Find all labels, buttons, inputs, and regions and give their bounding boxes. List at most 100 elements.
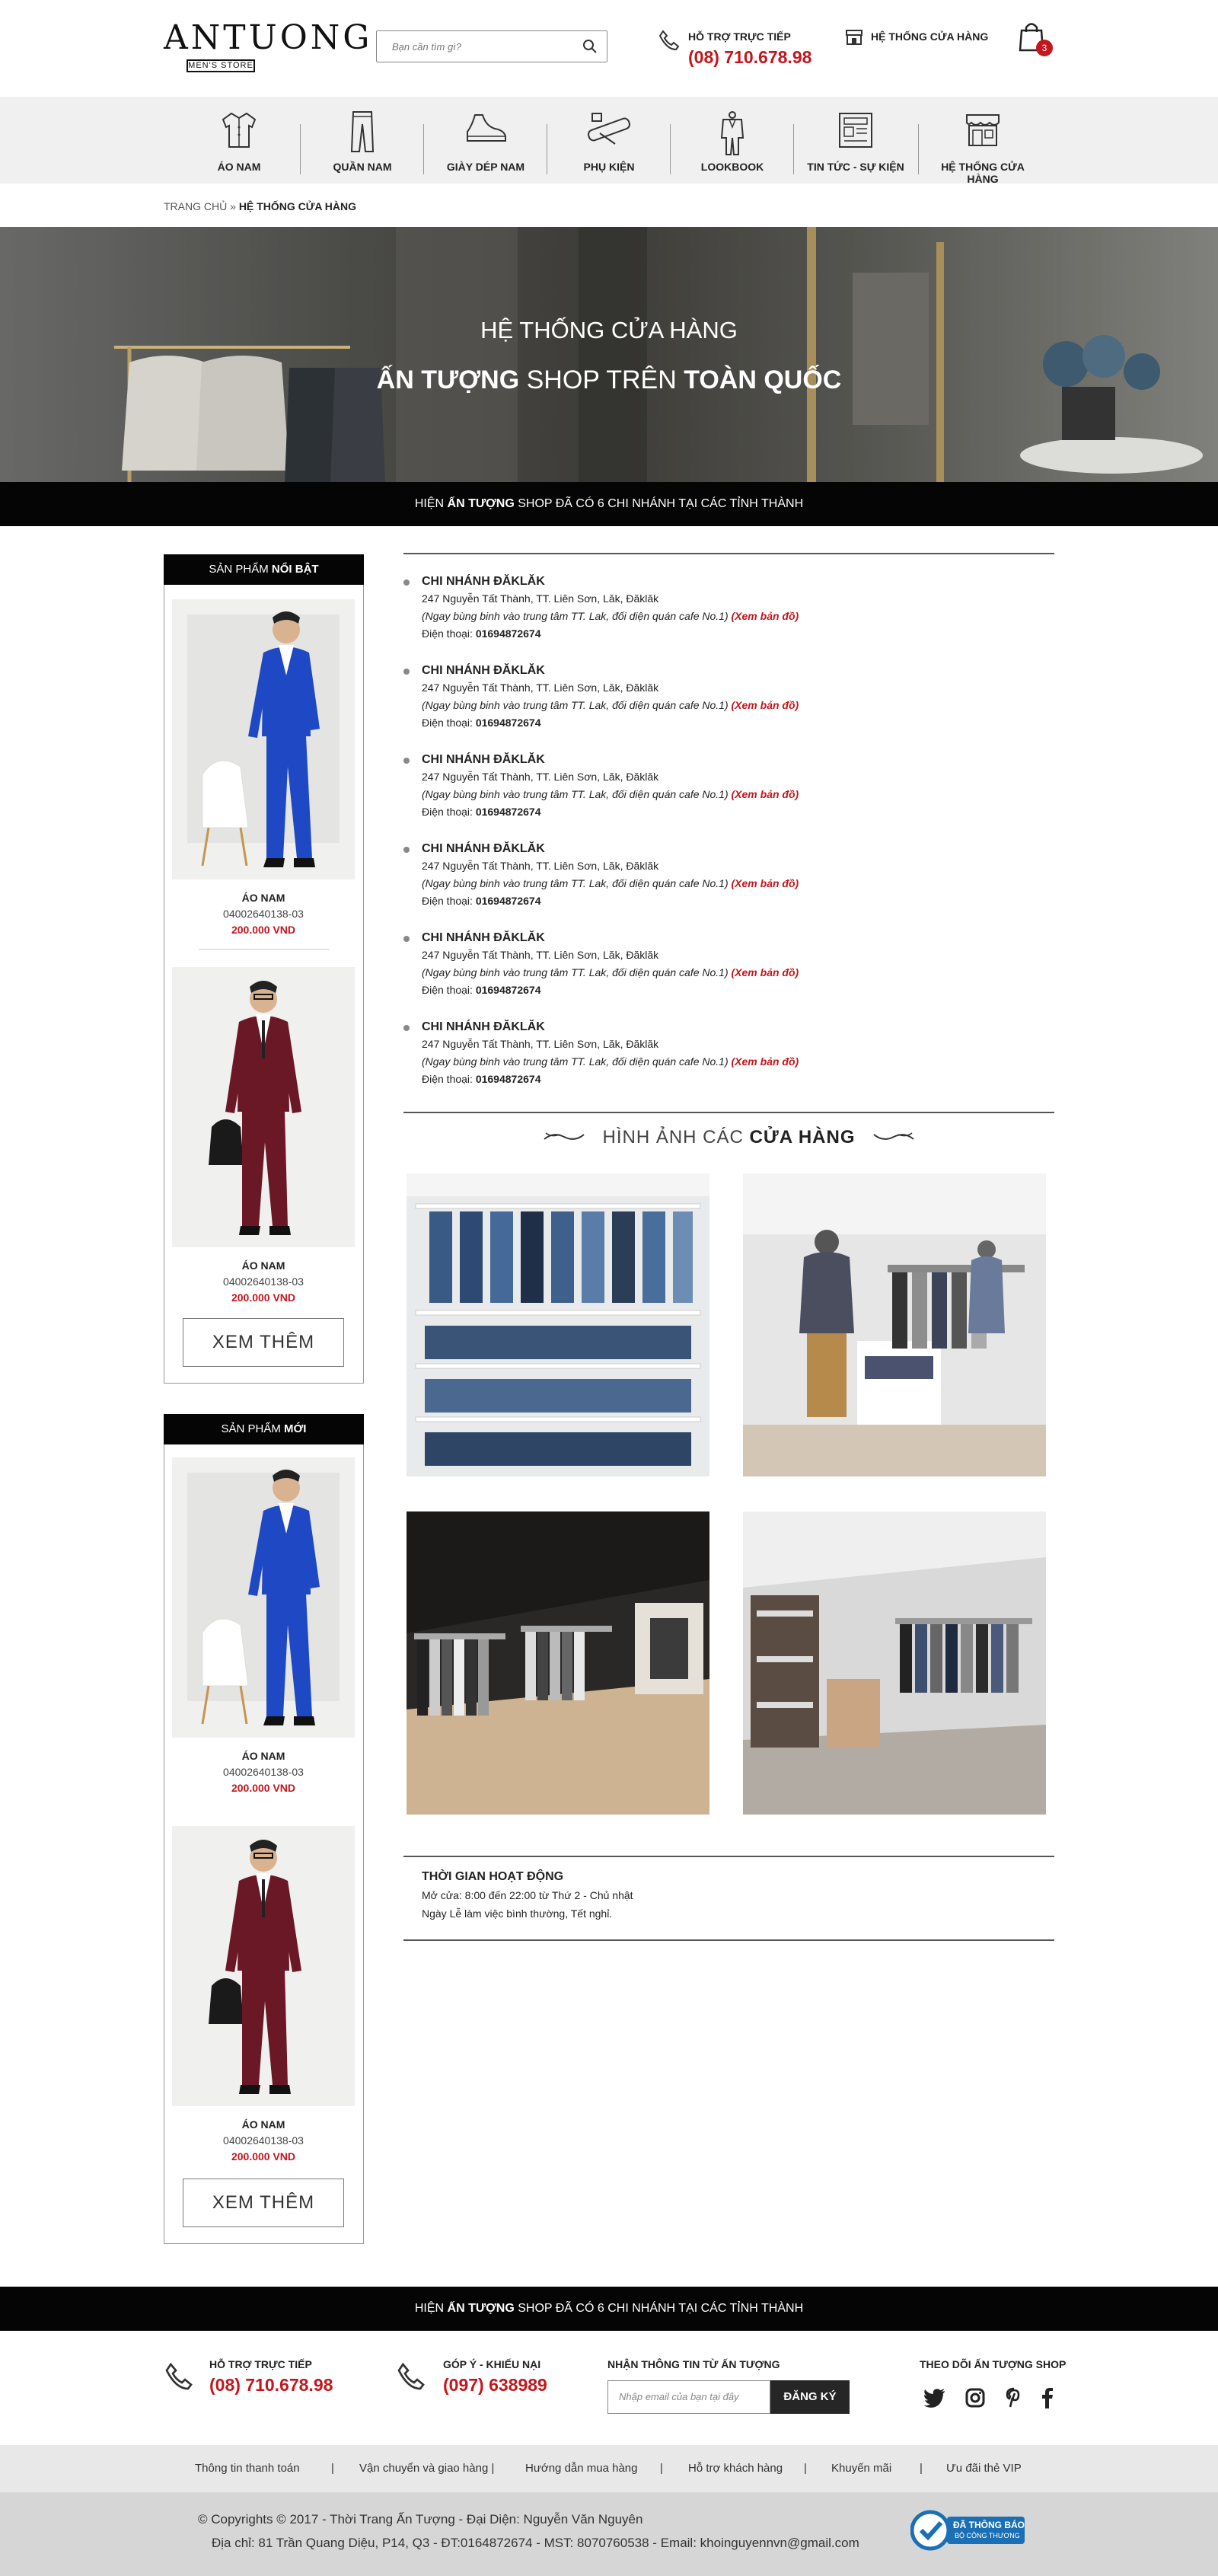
branch-address: 247 Nguyễn Tất Thành, TT. Liên Sơn, Lăk,… [422,949,659,961]
footer-link-separator: | [660,2462,663,2475]
product-price: 200.000 VND [231,1782,296,1794]
branch-phone[interactable]: 01694872674 [476,717,541,729]
product-divider [199,949,330,950]
footer-link[interactable]: Hướng dẫn mua hàng [525,2462,637,2475]
footer-link[interactable]: Vận chuyển và giao hàng | [359,2462,494,2475]
product-name[interactable]: ÁO NAM [172,892,355,904]
footer-link[interactable]: Ưu đãi thẻ VIP [946,2462,1022,2475]
search-box [376,30,607,62]
copyright-text: © Copyrights © 2017 - Thời Trang Ấn Tượn… [198,2512,643,2527]
ministry-registration-badge[interactable]: ĐÃ THÔNG BÁO BỘ CÔNG THƯƠNG [910,2509,1026,2552]
footer-link[interactable]: Thông tin thanh toán [195,2462,300,2475]
product-card[interactable]: ÁO NAM 04002640138-03 200.000 VND [172,967,355,1304]
main-nav: ÁO NAM QUẦN NAM GIÀY DÉP NAM PHỤ KIỆN LO… [0,97,1218,185]
branch-bar-bold: ẤN TƯỢNG [447,497,515,510]
nav-item-he-thong-cua-hang[interactable]: HỆ THỐNG CỬA HÀNG [924,97,1041,185]
product-image[interactable] [172,967,355,1247]
view-map-link[interactable]: (Xem bản đồ) [732,1055,799,1068]
featured-title-prefix: SẢN PHẨM [209,563,272,576]
view-more-button[interactable]: XEM THÊM [183,2179,344,2227]
branch-phone[interactable]: 01694872674 [476,895,541,907]
hotline[interactable]: HỖ TRỢ TRỰC TIẾP (08) 710.678.98 [658,29,811,67]
suit-icon [717,110,748,160]
product-name[interactable]: ÁO NAM [172,1259,355,1272]
nav-divider [423,124,424,174]
phone-label: Điện thoại: [422,717,476,729]
search-icon[interactable] [582,39,598,58]
nav-divider [918,124,919,174]
footer-link[interactable]: Khuyến mãi [831,2462,891,2475]
instagram-icon[interactable] [965,2388,985,2412]
product-card[interactable]: ÁO NAM 04002640138-03 200.000 VND [172,1826,355,2163]
newsletter-email-input[interactable]: Nhập email của bạn tại đây [607,2380,770,2414]
product-image[interactable] [172,1826,355,2106]
view-map-link[interactable]: (Xem bản đồ) [732,788,799,800]
branch-address: 247 Nguyễn Tất Thành, TT. Liên Sơn, Lăk,… [422,1038,659,1050]
branch-phone[interactable]: 01694872674 [476,984,541,996]
footer-link-separator: | [920,2462,923,2475]
branch-phone[interactable]: 01694872674 [476,806,541,818]
section-divider [403,553,1054,554]
phone-label: Điện thoại: [422,1073,476,1085]
breadcrumb-current: HỆ THỐNG CỬA HÀNG [238,200,357,212]
product-image[interactable] [172,599,355,879]
nav-item-ao-nam[interactable]: ÁO NAM [182,97,296,184]
product-image[interactable] [172,1457,355,1738]
breadcrumb-home[interactable]: TRANG CHỦ [164,200,227,212]
footer-support-number[interactable]: (08) 710.678.98 [209,2375,333,2396]
nav-item-quan-nam[interactable]: QUẦN NAM [305,97,419,184]
product-name[interactable]: ÁO NAM [172,2118,355,2131]
bullet [403,669,410,675]
view-map-link[interactable]: (Xem bản đồ) [732,877,799,889]
newsletter-label: NHẬN THÔNG TIN TỪ ẤN TƯỢNG [607,2358,780,2370]
branch-bar-bold: ẤN TƯỢNG [447,2302,515,2315]
nav-item-giay-dep[interactable]: GIÀY DÉP NAM [429,97,543,184]
newsletter-subscribe-button[interactable]: ĐĂNG KÝ [770,2380,850,2414]
breadcrumb-separator: » [230,200,236,212]
branch-name: CHI NHÁNH ĐĂKLĂK [422,575,545,588]
branch-item: CHI NHÁNH ĐĂKLĂK 247 Nguyễn Tất Thành, T… [403,751,1031,821]
logo[interactable]: ANTUONG MEN'S STORE [164,21,369,72]
pinterest-icon[interactable] [1006,2387,1022,2412]
branch-note: (Ngay bùng binh vào trung tâm TT. Lak, đ… [422,610,732,622]
nav-item-lookbook[interactable]: LOOKBOOK [675,97,789,184]
store-photo-jeans[interactable] [407,1173,709,1476]
hotline-number[interactable]: (08) 710.678.98 [688,47,811,68]
store-photo-interior[interactable] [743,1511,1046,1815]
store-system-link[interactable]: HỆ THỐNG CỬA HÀNG [845,29,988,48]
follow-label: THEO DÕI ẤN TƯỢNG SHOP [920,2358,1067,2370]
product-price: 200.000 VND [231,924,296,936]
product-name[interactable]: ÁO NAM [172,1750,355,1762]
footer-link[interactable]: Hỗ trợ khách hàng [688,2462,783,2475]
nav-item-phu-kien[interactable]: PHỤ KIỆN [552,97,666,184]
nav-divider [300,124,301,174]
footer-feedback-number[interactable]: (097) 638989 [443,2375,547,2396]
view-map-link[interactable]: (Xem bản đồ) [732,966,799,978]
search-input[interactable] [377,31,567,62]
product-card[interactable]: ÁO NAM 04002640138-03 200.000 VND [172,1457,355,1794]
store-photo-mannequins[interactable] [743,1173,1046,1476]
cart-button[interactable]: 3 [1019,21,1053,56]
view-map-link[interactable]: (Xem bản đồ) [732,610,799,622]
product-card[interactable]: ÁO NAM 04002640138-03 200.000 VND [172,599,355,936]
phone-icon [164,2361,194,2396]
new-title-prefix: SẢN PHẨM [221,1422,285,1435]
flourish-right-icon [872,1128,915,1149]
branch-bar-suffix: SHOP ĐÃ CÓ 6 CHI NHÁNH TẠI CÁC TỈNH THÀN… [514,2302,804,2315]
branch-note: (Ngay bùng binh vào trung tâm TT. Lak, đ… [422,1055,732,1068]
branch-phone[interactable]: 01694872674 [476,627,541,640]
branch-phone[interactable]: 01694872674 [476,1073,541,1085]
branch-name: CHI NHÁNH ĐĂKLĂK [422,842,545,855]
twitter-icon[interactable] [923,2388,946,2412]
badge-line-2: BỘ CÔNG THƯƠNG [955,2532,1020,2539]
nav-item-tin-tuc[interactable]: TIN TỨC - SỰ KIỆN [799,97,913,184]
branch-bar-prefix: HIỆN [414,2302,448,2315]
facebook-icon[interactable] [1041,2387,1054,2412]
gallery-title-prefix: HÌNH ẢNH CÁC [602,1127,750,1148]
view-map-link[interactable]: (Xem bản đồ) [732,699,799,711]
store-photo-clothing-racks[interactable] [407,1511,709,1815]
nav-label: GIÀY DÉP NAM [446,161,525,173]
view-more-button[interactable]: XEM THÊM [183,1318,344,1367]
product-code: 04002640138-03 [223,908,304,920]
featured-products-title: SẢN PHẨM NỔI BẬT [164,554,364,585]
